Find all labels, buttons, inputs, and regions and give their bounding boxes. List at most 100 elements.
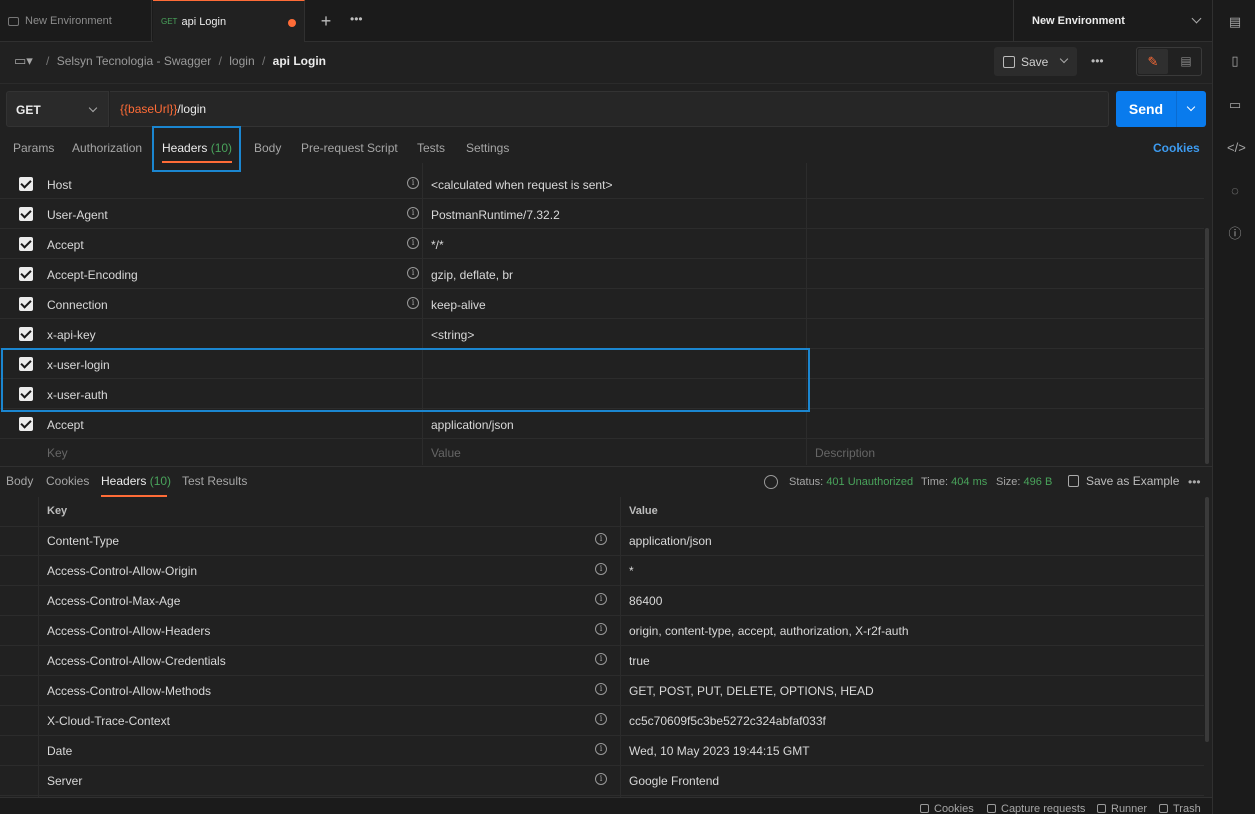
environment-quick-look-icon[interactable]: ▤ — [1227, 14, 1243, 30]
header-value-cell[interactable]: application/json — [431, 418, 514, 432]
request-more-button[interactable]: ••• — [1091, 54, 1104, 68]
info-icon[interactable]: i — [407, 297, 419, 309]
footer-capture-requests[interactable]: Capture requests — [987, 803, 1085, 814]
new-tab-button[interactable]: + — [318, 11, 334, 31]
response-tab-headers[interactable]: Headers (10) — [101, 474, 171, 488]
row-checkbox[interactable] — [19, 267, 33, 281]
info-icon[interactable]: i — [595, 743, 607, 755]
tab-overflow-button[interactable]: ••• — [350, 12, 363, 26]
cookies-link[interactable]: Cookies — [1153, 141, 1200, 155]
view-mode-toggle: ✎ ▤ — [1136, 47, 1202, 76]
info-icon[interactable]: i — [595, 653, 607, 665]
highlight-box-user-headers — [1, 348, 810, 412]
send-button[interactable]: Send — [1116, 91, 1176, 127]
collection-icon[interactable]: ▭▾ — [14, 53, 33, 69]
new-value-input[interactable]: Value — [431, 446, 461, 460]
header-key-cell[interactable]: Connection — [47, 298, 108, 312]
save-button[interactable]: Save — [994, 47, 1077, 76]
header-value-cell[interactable]: PostmanRuntime/7.32.2 — [431, 208, 560, 222]
environment-select[interactable]: New Environment — [1013, 0, 1212, 42]
header-key-cell[interactable]: Accept-Encoding — [47, 268, 138, 282]
row-checkbox[interactable] — [19, 177, 33, 191]
breadcrumb-collection[interactable]: Selsyn Tecnologia - Swagger — [57, 54, 212, 68]
header-value-cell[interactable]: keep-alive — [431, 298, 486, 312]
table-row: Access-Control-Max-Age i 86400 — [0, 586, 1204, 616]
footer-trash[interactable]: Trash — [1159, 803, 1201, 814]
new-key-input[interactable]: Key — [47, 446, 68, 460]
breadcrumb-folder[interactable]: login — [229, 54, 254, 68]
footer-runner-label: Runner — [1111, 803, 1148, 814]
footer-runner[interactable]: Runner — [1097, 803, 1147, 814]
lightbulb-icon[interactable]: ◌ — [1227, 183, 1243, 199]
response-tab-cookies[interactable]: Cookies — [46, 474, 89, 488]
header-value-cell: * — [629, 564, 634, 578]
tab-body[interactable]: Body — [254, 141, 281, 155]
header-value-cell[interactable]: <string> — [431, 328, 474, 342]
new-description-input[interactable]: Description — [815, 446, 875, 460]
network-globe-icon[interactable] — [764, 475, 778, 489]
info-icon[interactable]: i — [595, 593, 607, 605]
tab-new-environment[interactable]: New Environment — [0, 0, 152, 42]
footer-cookies[interactable]: Cookies — [920, 803, 974, 814]
header-key-cell[interactable]: x-api-key — [47, 328, 96, 342]
header-key-cell[interactable]: Accept — [47, 238, 84, 252]
response-tab-body[interactable]: Body — [6, 474, 33, 488]
header-value-cell[interactable]: */* — [431, 238, 444, 252]
table-row: Server i Google Frontend — [0, 766, 1204, 796]
header-key-cell[interactable]: User-Agent — [47, 208, 108, 222]
save-as-example-label: Save as Example — [1086, 474, 1180, 488]
tab-params[interactable]: Params — [13, 141, 54, 155]
tab-settings[interactable]: Settings — [466, 141, 509, 155]
documentation-view-icon[interactable]: ▤ — [1171, 49, 1201, 74]
info-icon[interactable]: i — [595, 533, 607, 545]
tab-prerequest-script[interactable]: Pre-request Script — [301, 141, 398, 155]
table-row: Accept application/json — [0, 409, 1204, 439]
documentation-icon[interactable]: ▯ — [1227, 53, 1243, 69]
info-icon[interactable]: i — [407, 177, 419, 189]
info-icon[interactable]: i — [595, 623, 607, 635]
tab-authorization[interactable]: Authorization — [72, 141, 142, 155]
header-key-cell[interactable]: Host — [47, 178, 72, 192]
info-icon[interactable]: i — [595, 773, 607, 785]
info-icon[interactable]: i — [595, 683, 607, 695]
method-select[interactable]: GET — [6, 91, 109, 127]
info-icon[interactable]: i — [407, 237, 419, 249]
breadcrumb-separator: / — [261, 54, 266, 68]
environment-select-label: New Environment — [1032, 15, 1125, 27]
breadcrumb-request[interactable]: api Login — [273, 54, 326, 68]
table-row: x-api-key <string> — [0, 319, 1204, 349]
row-checkbox[interactable] — [19, 327, 33, 341]
row-checkbox[interactable] — [19, 297, 33, 311]
edit-pencil-icon[interactable]: ✎ — [1138, 49, 1168, 74]
tab-api-login[interactable]: GET api Login — [153, 0, 305, 42]
response-tab-test-results[interactable]: Test Results — [182, 474, 247, 488]
response-table-scrollbar[interactable] — [1205, 497, 1209, 742]
status-label: Status: — [789, 476, 824, 488]
header-value-cell[interactable]: gzip, deflate, br — [431, 268, 513, 282]
info-icon[interactable]: ⓘ — [1227, 226, 1243, 242]
info-icon[interactable]: i — [407, 207, 419, 219]
url-input[interactable]: {{baseUrl}}/login — [110, 91, 1109, 127]
row-checkbox[interactable] — [19, 237, 33, 251]
row-checkbox[interactable] — [19, 207, 33, 221]
table-row: Date i Wed, 10 May 2023 19:44:15 GMT — [0, 736, 1204, 766]
header-key-cell: Access-Control-Allow-Credentials — [47, 654, 226, 668]
header-key-cell[interactable]: Accept — [47, 418, 84, 432]
status-readout: Status: 401 Unauthorized — [789, 476, 913, 488]
tab-tests[interactable]: Tests — [417, 141, 445, 155]
header-value-cell[interactable]: <calculated when request is sent> — [431, 178, 612, 192]
info-icon[interactable]: i — [407, 267, 419, 279]
comments-icon[interactable]: ▭ — [1227, 97, 1243, 113]
row-checkbox[interactable] — [19, 417, 33, 431]
info-icon[interactable]: i — [595, 713, 607, 725]
response-more-button[interactable]: ••• — [1188, 475, 1201, 489]
request-table-scrollbar[interactable] — [1205, 228, 1209, 464]
save-as-example-button[interactable]: Save as Example — [1068, 474, 1179, 488]
chevron-down-icon[interactable] — [1059, 54, 1069, 64]
footer-cookies-label: Cookies — [934, 803, 974, 814]
code-icon[interactable]: </> — [1227, 140, 1246, 156]
send-options-button[interactable] — [1176, 91, 1206, 127]
header-key-cell: X-Cloud-Trace-Context — [47, 714, 170, 728]
table-row: Accept i */* — [0, 229, 1204, 259]
info-icon[interactable]: i — [595, 563, 607, 575]
